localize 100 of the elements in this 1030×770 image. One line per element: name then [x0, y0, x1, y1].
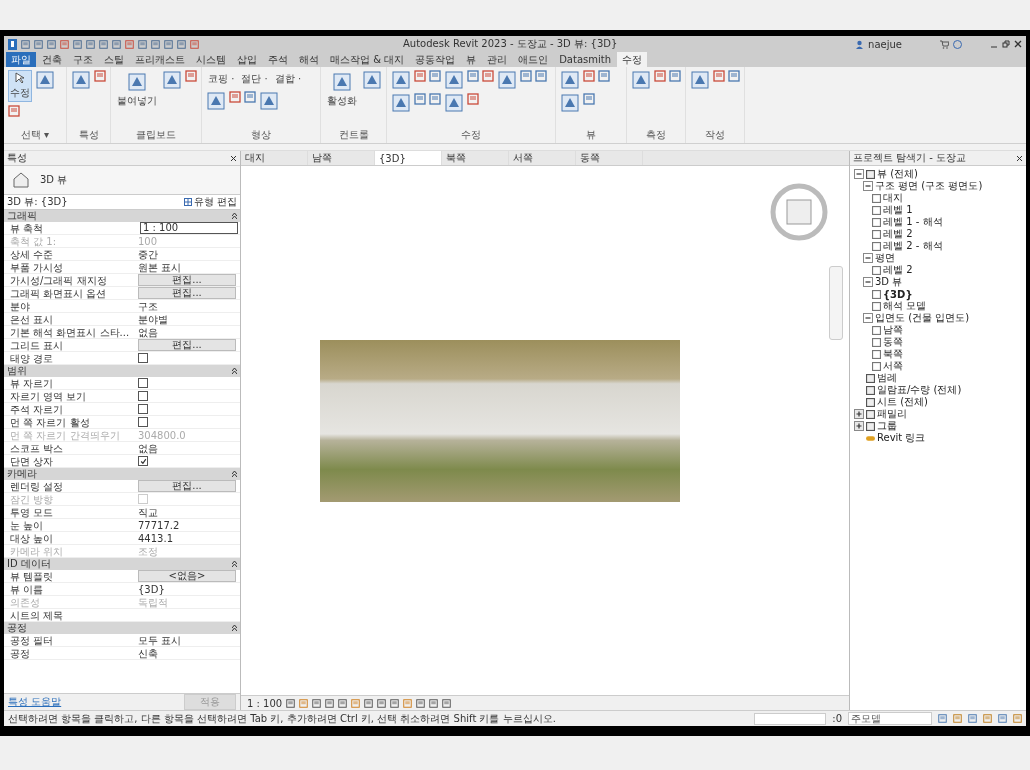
tool-icon[interactable]	[467, 70, 479, 82]
tree-item[interactable]: 레벨 2 - 해석	[883, 239, 943, 253]
view-selector[interactable]: 3D 뷰: {3D}	[7, 195, 68, 209]
selection-filter-icon[interactable]	[983, 714, 992, 723]
collapse-icon[interactable]	[232, 368, 237, 374]
tree-item[interactable]: 범례	[877, 371, 897, 385]
tool-icon[interactable]	[185, 70, 197, 82]
collapse-icon[interactable]	[854, 169, 864, 179]
view-control-icon[interactable]	[338, 698, 348, 708]
collapse-icon[interactable]	[863, 253, 873, 263]
edit-type-button[interactable]: 유형 편집	[183, 195, 237, 209]
tool-icon[interactable]	[535, 70, 547, 82]
tool-icon[interactable]	[391, 70, 411, 90]
quick-access-icon[interactable]	[164, 39, 173, 49]
quick-access-icon[interactable]	[112, 39, 121, 49]
collapse-icon[interactable]	[863, 313, 873, 323]
tree-item[interactable]: 동쪽	[883, 335, 903, 349]
tool-icon[interactable]	[362, 70, 382, 90]
section-header[interactable]: 범위	[7, 364, 27, 378]
tree-item[interactable]: 패밀리	[877, 407, 907, 421]
ribbon-tab[interactable]: 스틸	[99, 52, 129, 67]
ribbon-tab[interactable]: 수정	[617, 52, 648, 67]
tree-item[interactable]: Revit 링크	[877, 431, 926, 445]
tree-item[interactable]: 뷰 (전체)	[877, 167, 918, 181]
section-header[interactable]: 공정	[7, 621, 27, 635]
tool-icon[interactable]	[598, 70, 610, 82]
checkbox[interactable]	[138, 391, 148, 401]
checkbox[interactable]	[138, 456, 148, 466]
quick-access-icon[interactable]	[73, 39, 82, 49]
tool-icon[interactable]	[259, 91, 279, 111]
ribbon-tab[interactable]: 삽입	[232, 52, 262, 67]
tool-button[interactable]: 절단 ·	[239, 70, 270, 88]
quick-access-icon[interactable]	[151, 39, 160, 49]
view-tab[interactable]: 서쪽	[509, 151, 576, 165]
tool-icon[interactable]	[444, 93, 464, 113]
view-control-icon[interactable]	[377, 698, 387, 708]
tool-icon[interactable]	[8, 105, 20, 117]
tool-button[interactable]: 붙여넣기	[115, 70, 159, 110]
selection-filter-icon[interactable]	[938, 714, 947, 723]
edit-button[interactable]: 편집...	[138, 480, 236, 492]
restore-icon[interactable]	[1002, 40, 1010, 48]
tool-icon[interactable]	[332, 72, 352, 92]
type-name[interactable]: 3D 뷰	[40, 173, 68, 187]
modify-tool-button[interactable]: 수정	[8, 70, 32, 102]
tool-icon[interactable]	[71, 70, 91, 90]
tool-icon[interactable]	[229, 91, 241, 103]
ribbon-tab[interactable]: Datasmith	[554, 52, 617, 67]
tree-item[interactable]: 입면도 (건물 입면도)	[875, 311, 970, 325]
tool-icon[interactable]	[162, 70, 182, 90]
edit-button[interactable]: 편집...	[138, 287, 236, 299]
quick-access-icon[interactable]	[125, 39, 134, 49]
view-tab[interactable]: 동쪽	[576, 151, 643, 165]
quick-access-icon[interactable]	[86, 39, 95, 49]
view-control-icon[interactable]	[442, 698, 452, 708]
tool-icon[interactable]	[206, 91, 226, 111]
tool-icon[interactable]	[467, 93, 479, 105]
ribbon-tab[interactable]: 주석	[263, 52, 293, 67]
collapse-icon[interactable]	[232, 471, 237, 477]
tool-icon[interactable]	[429, 93, 441, 105]
view-control-icon[interactable]	[351, 698, 361, 708]
view-tab[interactable]: {3D}	[375, 151, 442, 165]
ribbon-tab[interactable]: 관리	[482, 52, 513, 67]
tool-icon[interactable]	[520, 70, 532, 82]
expand-icon[interactable]	[854, 409, 864, 419]
quick-access-icon[interactable]	[99, 39, 108, 49]
quick-access-icon[interactable]	[190, 39, 199, 49]
tool-icon[interactable]	[127, 72, 147, 92]
workset-field[interactable]	[754, 712, 827, 725]
tool-icon[interactable]	[444, 70, 464, 90]
tool-icon[interactable]	[35, 70, 55, 90]
ribbon-tab[interactable]: 프리캐스트	[130, 52, 190, 67]
tool-icon[interactable]	[391, 93, 411, 113]
ribbon-tab[interactable]: 공동작업	[410, 52, 461, 67]
model-combo[interactable]: 주모델	[848, 712, 932, 725]
tree-item[interactable]: 대지	[883, 191, 903, 205]
tree-item[interactable]: 레벨 2	[883, 227, 913, 241]
ribbon-tab[interactable]: 뷰	[461, 52, 482, 67]
tree-item[interactable]: 레벨 1 - 해석	[883, 215, 943, 229]
quick-access-icon[interactable]	[34, 39, 43, 49]
help-link[interactable]: 특성 도움말	[8, 695, 62, 709]
tool-icon[interactable]	[728, 70, 740, 82]
collapse-icon[interactable]	[232, 561, 237, 567]
tool-button[interactable]: 결합 ·	[272, 70, 304, 88]
selection-filter-icon[interactable]	[1013, 714, 1022, 723]
tree-item[interactable]: 일람표/수량 (전체)	[877, 383, 962, 397]
quick-access-icon[interactable]	[138, 39, 147, 49]
view-control-icon[interactable]	[429, 698, 439, 708]
close-icon[interactable]	[230, 154, 237, 162]
selection-filter-icon[interactable]	[953, 714, 962, 723]
user-name[interactable]: naejue	[868, 38, 902, 50]
checkbox[interactable]	[138, 378, 148, 388]
view-control-icon[interactable]	[416, 698, 426, 708]
tool-icon[interactable]	[583, 93, 595, 105]
checkbox[interactable]	[138, 417, 148, 427]
tree-item[interactable]: 레벨 1	[883, 203, 913, 217]
selection-filter-icon[interactable]	[998, 714, 1007, 723]
cart-icon[interactable]	[940, 39, 949, 49]
tool-icon[interactable]	[244, 91, 256, 103]
ribbon-tab[interactable]: 시스템	[191, 52, 231, 67]
view-tab[interactable]: 북쪽	[442, 151, 509, 165]
